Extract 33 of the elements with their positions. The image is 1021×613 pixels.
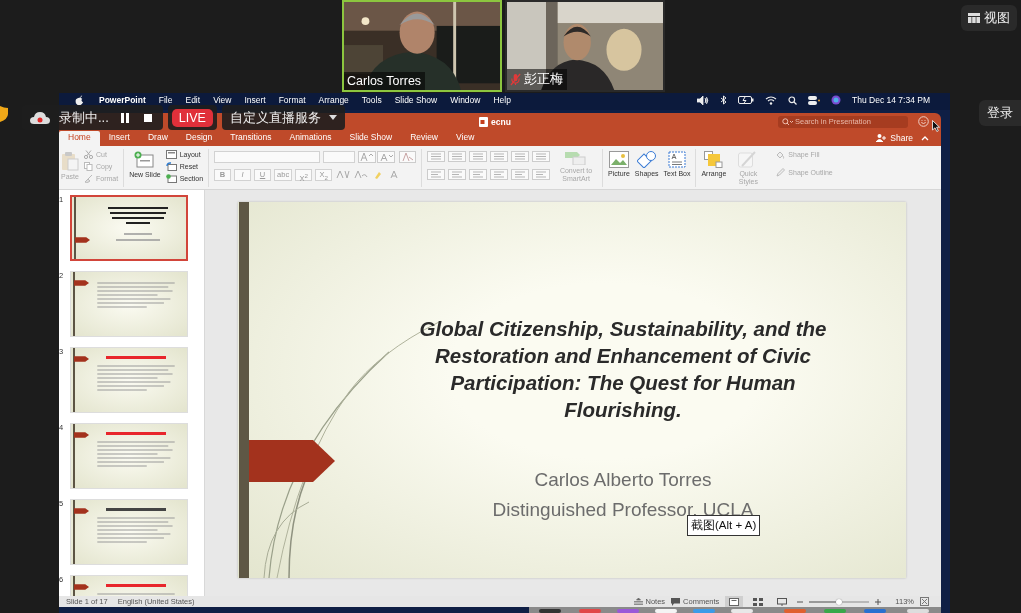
ribbon-tab[interactable]: Home	[59, 131, 100, 146]
menu-item[interactable]: File	[158, 95, 173, 105]
clock: Thu Dec 14 7:34 PM	[852, 95, 930, 105]
login-button[interactable]: 登录	[979, 100, 1021, 126]
view-button[interactable]: 视图	[961, 5, 1017, 31]
share-button[interactable]: Share	[872, 133, 917, 146]
slide-subtitle: Carlos Alberto Torres	[534, 468, 712, 492]
menu-item[interactable]: Help	[493, 95, 511, 105]
menu-item[interactable]: Tools	[361, 95, 382, 105]
live-badge: LIVE	[171, 108, 213, 127]
ribbon-tab[interactable]: Design	[176, 131, 222, 146]
recording-status: 录制中...	[59, 108, 109, 127]
menu-item[interactable]: Slide Show	[394, 95, 438, 105]
menu-item[interactable]: View	[213, 95, 232, 105]
menu-item[interactable]: Insert	[244, 95, 266, 105]
menu-item[interactable]: Format	[278, 95, 306, 105]
participant-label: Carlos Torres	[344, 72, 426, 90]
ribbon-tab[interactable]: Insert	[99, 131, 139, 146]
menu-item[interactable]: Window	[450, 95, 481, 105]
ribbon-tab[interactable]: Transitions	[221, 131, 281, 146]
screenshot-tooltip: 截图(Alt + A)	[687, 515, 761, 536]
ribbon-tab[interactable]: View	[447, 131, 484, 146]
participant-label: 彭正梅	[507, 69, 567, 90]
menu-app-name[interactable]: PowerPoint	[99, 95, 146, 105]
menu-item[interactable]: Arrange	[318, 95, 349, 105]
live-service-dropdown[interactable]: 自定义直播服务	[221, 105, 345, 130]
ribbon-tab[interactable]: Slide Show	[340, 131, 402, 146]
menu-item[interactable]: Edit	[185, 95, 201, 105]
ribbon-tab[interactable]: Draw	[138, 131, 177, 146]
slide-title: Global Citizenship, Sustainability, and the Restoration and Enhancement of Civic Participation: The Quest for Human Flourishing.	[418, 316, 828, 423]
ribbon-tab[interactable]: Review	[401, 131, 447, 146]
ribbon-tab[interactable]: Animations	[280, 131, 341, 146]
window-title: ecnu	[491, 116, 511, 127]
